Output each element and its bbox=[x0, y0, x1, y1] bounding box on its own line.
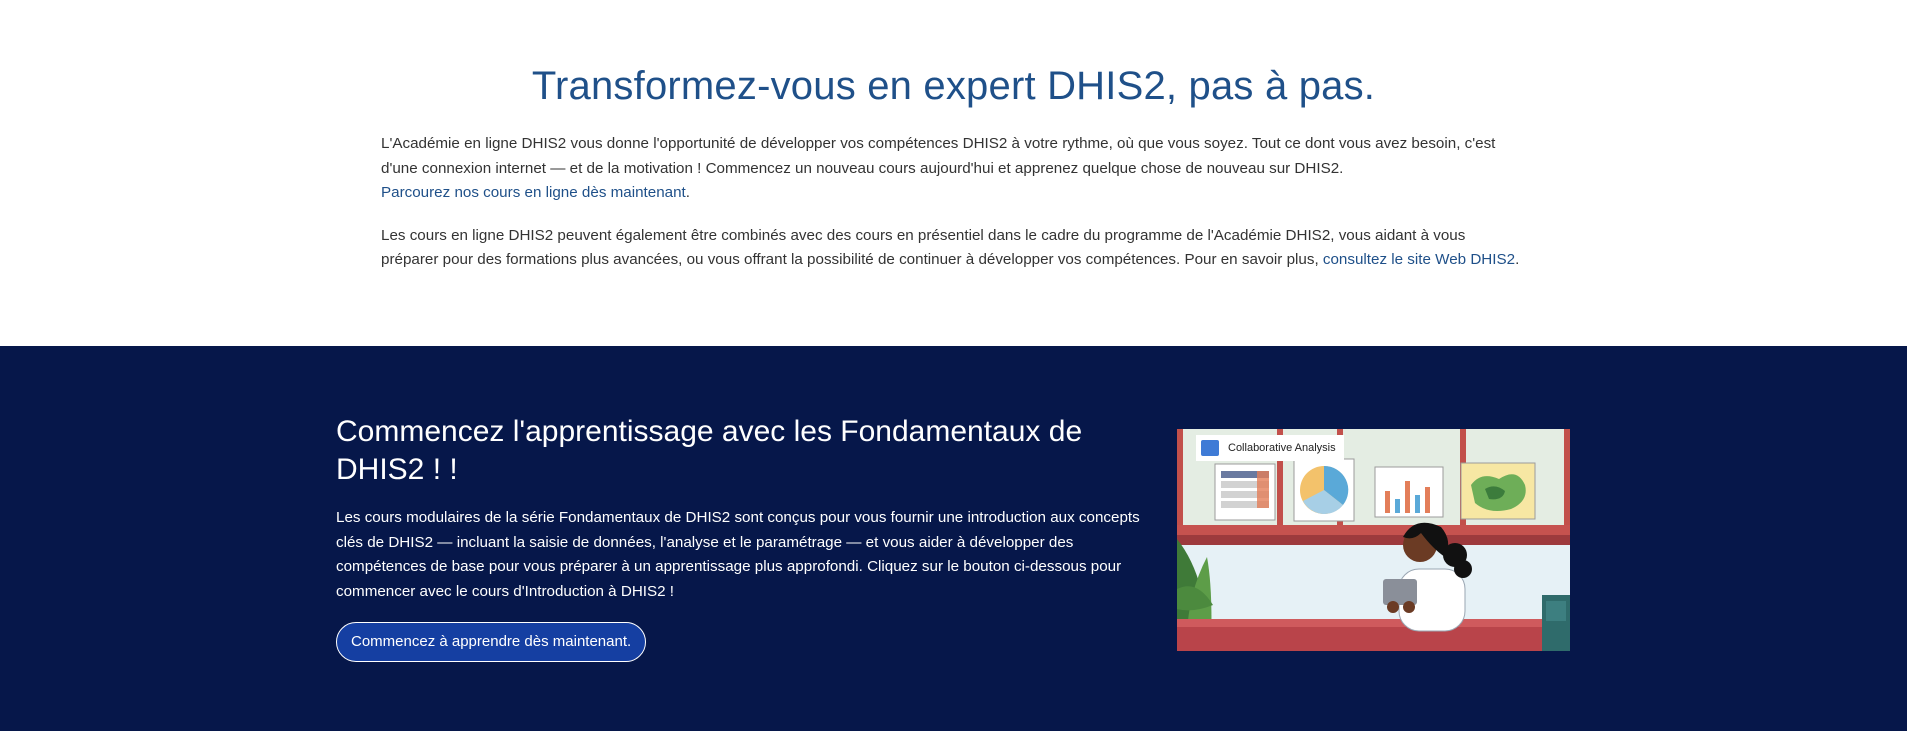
intro-body: L'Académie en ligne DHIS2 vous donne l'o… bbox=[381, 132, 1521, 273]
page-title: Transformez-vous en expert DHIS2, pas à … bbox=[531, 64, 1376, 108]
intro-paragraph-2: Les cours en ligne DHIS2 peuvent égaleme… bbox=[381, 224, 1521, 273]
intro-paragraph-2-text: Les cours en ligne DHIS2 peuvent égaleme… bbox=[381, 226, 1466, 269]
intro-paragraph-1-text: L'Académie en ligne DHIS2 vous donne l'o… bbox=[381, 135, 1496, 177]
illustration-tag-label: Collaborative Analysis bbox=[1228, 442, 1336, 454]
period-text: . bbox=[1515, 251, 1520, 268]
illustration-scene bbox=[1177, 429, 1570, 651]
fundamentals-title: Commencez l'apprentissage avec les Fonda… bbox=[336, 415, 1083, 486]
dhis2-website-link[interactable]: consultez le site Web DHIS2 bbox=[1323, 251, 1515, 268]
browse-courses-link[interactable]: Parcourez nos cours en ligne dès mainten… bbox=[381, 184, 686, 201]
share-icon bbox=[1201, 440, 1219, 456]
fundamentals-section: Commencez l'apprentissage avec les Fonda… bbox=[0, 346, 1907, 731]
illustration-tag: Collaborative Analysis bbox=[1196, 435, 1344, 461]
fundamentals-description: Les cours modulaires de la série Fondame… bbox=[336, 509, 1140, 600]
intro-section: Transformez-vous en expert DHIS2, pas à … bbox=[0, 0, 1907, 346]
intro-paragraph-1: L'Académie en ligne DHIS2 vous donne l'o… bbox=[381, 132, 1521, 206]
period-text: . bbox=[685, 184, 691, 201]
start-learning-button[interactable]: Commencez à apprendre dès maintenant. bbox=[336, 622, 647, 662]
collaborative-analysis-illustration: Collaborative Analysis bbox=[1177, 429, 1570, 651]
